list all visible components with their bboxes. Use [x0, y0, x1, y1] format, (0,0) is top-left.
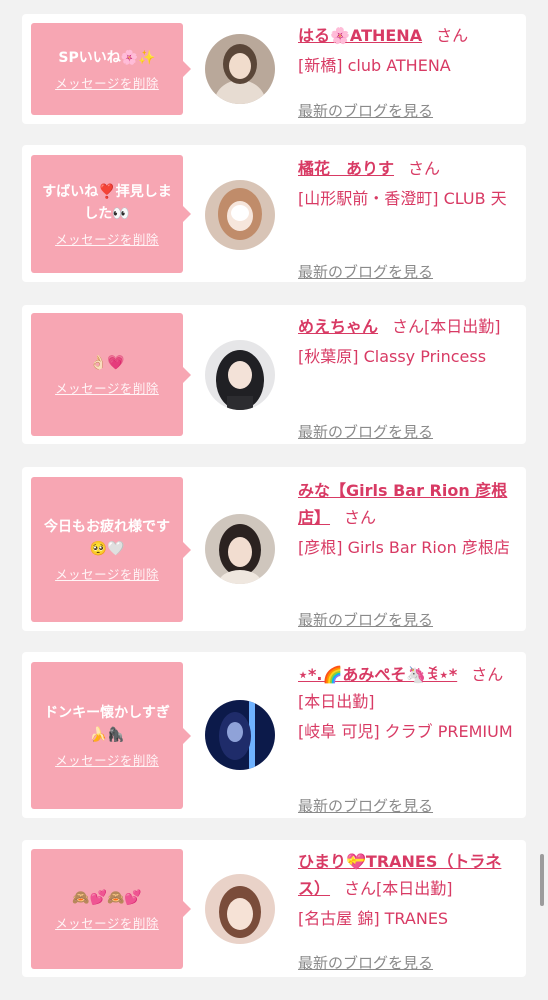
cast-info: ひまり💝TRANES（トラネス） さん[本日出勤] [名古屋 錦] TRANES … [298, 848, 514, 972]
honorific: さん [436, 26, 469, 45]
name-line: はる🌸ATHENA さん [298, 22, 514, 49]
honorific: さん [471, 665, 504, 684]
honorific: さん [408, 159, 441, 178]
avatar[interactable] [205, 514, 275, 584]
delete-message-link[interactable]: メッセージを削除 [55, 73, 159, 92]
cast-info: ⋆*.🌈あみぺそ🦄ꉂ⋆* さん [本日出勤] [岐阜 可児] クラブ PREMIUM… [298, 661, 514, 815]
cast-info: めえちゃん さん[本日出勤] [秋葉原] Classy Princess 最新のブ… [298, 313, 514, 441]
status-text: [本日出勤] [424, 317, 501, 336]
shop-text: [新橋] club ATHENA [298, 56, 451, 75]
avatar[interactable] [205, 700, 275, 770]
name-line: ⋆*.🌈あみぺそ🦄ꉂ⋆* さん [本日出勤] [298, 661, 514, 715]
message-text: すばいね❣️拝見しました👀 [42, 183, 172, 222]
latest-blog-link[interactable]: 最新のブログを見る [298, 609, 433, 630]
cast-name-link[interactable]: めえちゃん [298, 317, 378, 336]
name-line: めえちゃん さん[本日出勤] [298, 313, 514, 340]
message-text: 今日もお疲れ様です🥺🤍 [44, 519, 170, 557]
message-bubble: ドンキー懐かしすぎ🍌🦍 メッセージを削除 [31, 662, 191, 809]
delete-message-link[interactable]: メッセージを削除 [55, 229, 159, 248]
message-bubble: 今日もお疲れ様です🥺🤍 メッセージを削除 [31, 477, 191, 622]
avatar[interactable] [205, 180, 275, 250]
message-text: 👌🏻💗 [89, 355, 125, 371]
status-text: [本日出勤] [298, 692, 375, 711]
cast-info: みな【Girls Bar Rion 彦根店】 さん [彦根] Girls Bar … [298, 477, 514, 629]
avatar[interactable] [205, 34, 275, 104]
delete-message-link[interactable]: メッセージを削除 [55, 750, 159, 769]
cast-name-link[interactable]: はる🌸ATHENA [298, 26, 422, 45]
message-bubble: 👌🏻💗 メッセージを削除 [31, 313, 191, 436]
shop-text: [名古屋 錦] TRANES [298, 909, 449, 928]
latest-blog-link[interactable]: 最新のブログを見る [298, 100, 433, 121]
message-card: 👌🏻💗 メッセージを削除 めえちゃん さん[本日出勤] [秋葉原] Classy … [22, 305, 526, 444]
latest-blog-link[interactable]: 最新のブログを見る [298, 952, 433, 973]
delete-message-link[interactable]: メッセージを削除 [55, 378, 159, 397]
message-card: ドンキー懐かしすぎ🍌🦍 メッセージを削除 ⋆*.🌈あみぺそ🦄ꉂ⋆* さん [本日出勤… [22, 652, 526, 818]
shop-text: [岐阜 可児] クラブ PREMIUM [298, 722, 513, 741]
status-text: [本日出勤] [376, 879, 453, 898]
shop-text: [彦根] Girls Bar Rion 彦根店 [298, 538, 510, 557]
message-bubble: 🙈💕🙈💕 メッセージを削除 [31, 849, 191, 969]
cast-name-link[interactable]: ⋆*.🌈あみぺそ🦄ꉂ⋆* [298, 665, 457, 684]
avatar[interactable] [205, 340, 275, 410]
message-bubble: すばいね❣️拝見しました👀 メッセージを削除 [31, 155, 191, 273]
latest-blog-link[interactable]: 最新のブログを見る [298, 421, 433, 442]
message-text: SPいいね🌸✨ [58, 49, 156, 66]
honorific: さん [344, 879, 377, 898]
latest-blog-link[interactable]: 最新のブログを見る [298, 261, 433, 282]
cast-name-link[interactable]: みな【Girls Bar Rion 彦根店】 [298, 481, 507, 527]
message-text: ドンキー懐かしすぎ🍌🦍 [44, 705, 170, 743]
shop-text: [山形駅前・香澄町] CLUB 天 [298, 189, 507, 208]
message-card: 🙈💕🙈💕 メッセージを削除 ひまり💝TRANES（トラネス） さん[本日出勤] [… [22, 840, 526, 977]
shop-text: [秋葉原] Classy Princess [298, 347, 487, 366]
message-text: 🙈💕🙈💕 [72, 889, 142, 906]
name-line: 橘花 ありす さん [298, 155, 514, 182]
delete-message-link[interactable]: メッセージを削除 [55, 913, 159, 932]
delete-message-link[interactable]: メッセージを削除 [55, 564, 159, 583]
honorific: さん [344, 508, 377, 527]
cast-name-link[interactable]: 橘花 ありす [298, 159, 394, 178]
message-card: 今日もお疲れ様です🥺🤍 メッセージを削除 みな【Girls Bar Rion 彦… [22, 467, 526, 631]
scrollbar-thumb[interactable] [540, 854, 544, 906]
name-line: ひまり💝TRANES（トラネス） さん[本日出勤] [298, 848, 514, 902]
cast-info: はる🌸ATHENA さん [新橋] club ATHENA 最新のブログを見る [298, 22, 514, 120]
latest-blog-link[interactable]: 最新のブログを見る [298, 795, 433, 816]
cast-info: 橘花 ありす さん [山形駅前・香澄町] CLUB 天 最新のブログを見る [298, 155, 514, 281]
avatar[interactable] [205, 874, 275, 944]
name-line: みな【Girls Bar Rion 彦根店】 さん [298, 477, 514, 531]
message-card: すばいね❣️拝見しました👀 メッセージを削除 橘花 ありす さん [山形駅前・香澄… [22, 145, 526, 282]
honorific: さん [392, 317, 425, 336]
message-card: SPいいね🌸✨ メッセージを削除 はる🌸ATHENA さん [新橋] club A… [22, 14, 526, 124]
message-bubble: SPいいね🌸✨ メッセージを削除 [31, 23, 191, 115]
